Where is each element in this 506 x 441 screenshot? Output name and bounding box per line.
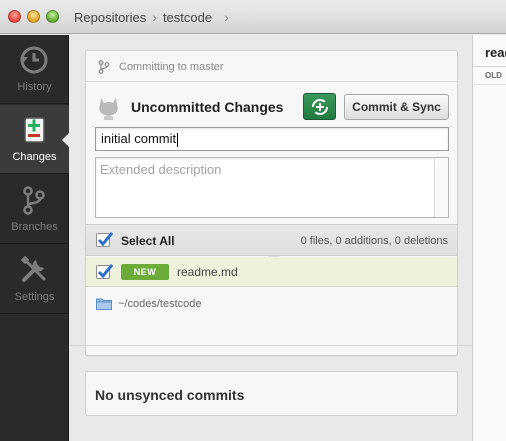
window-titlebar: Repositories › testcode › <box>0 0 506 34</box>
sync-icon <box>312 99 328 115</box>
sidebar: History Changes Branches Settings <box>0 35 70 441</box>
checkmark-icon <box>97 232 113 247</box>
chevron-right-icon: › <box>152 9 157 25</box>
branch-icon <box>98 60 110 74</box>
commit-sync-button[interactable]: Commit & Sync <box>344 94 449 120</box>
commit-summary-input[interactable]: initial commit <box>95 127 449 151</box>
diff-old-column-label: OLD <box>485 71 502 80</box>
changes-icon <box>24 117 45 143</box>
branch-status-text: Committing to master <box>119 61 224 73</box>
unsynced-commits-label: No unsynced commits <box>95 387 245 403</box>
new-file-badge: NEW <box>121 264 169 280</box>
sidebar-item-label: History <box>17 81 52 93</box>
breadcrumb-repository[interactable]: testcode <box>163 10 218 25</box>
diff-panel: readme.md OLD <box>472 35 506 441</box>
unsynced-commits-card: No unsynced commits <box>85 371 458 416</box>
chevron-right-icon: › <box>224 9 229 25</box>
divider <box>86 81 457 82</box>
breadcrumb-repositories[interactable]: Repositories <box>74 10 146 25</box>
select-all-checkbox[interactable] <box>96 232 113 247</box>
sidebar-item-label: Changes <box>12 151 57 163</box>
commit-card: Committing to master Uncommitted Changes… <box>85 50 458 356</box>
folder-icon <box>96 298 112 310</box>
history-icon <box>20 46 48 74</box>
divider <box>473 66 506 67</box>
breadcrumb: Repositories › testcode › <box>74 9 235 25</box>
sync-button[interactable] <box>303 93 336 120</box>
checkmark-icon <box>97 264 113 279</box>
divider <box>473 84 506 85</box>
sidebar-item-history[interactable]: History <box>0 35 69 104</box>
sidebar-item-branches[interactable]: Branches <box>0 175 69 244</box>
branch-icon <box>23 186 45 215</box>
repository-path-row[interactable]: ~/codes/testcode <box>86 288 457 320</box>
sidebar-item-label: Settings <box>14 291 55 303</box>
sidebar-item-settings[interactable]: Settings <box>0 245 69 314</box>
minimize-window-button[interactable] <box>27 10 40 23</box>
sidebar-item-label: Branches <box>11 221 58 233</box>
repository-path: ~/codes/testcode <box>118 298 202 310</box>
sidebar-item-changes[interactable]: Changes <box>0 105 70 174</box>
file-list-item[interactable]: NEW readme.md <box>86 257 457 287</box>
zoom-window-button[interactable] <box>46 10 59 23</box>
extended-description-field[interactable]: Extended description <box>95 157 449 218</box>
diff-file-name: readme.md <box>485 45 506 60</box>
description-placeholder: Extended description <box>100 162 222 177</box>
divider <box>70 345 472 346</box>
select-all-label: Select All <box>121 234 175 248</box>
changes-panel: Committing to master Uncommitted Changes… <box>70 35 472 441</box>
description-scrollbar[interactable] <box>434 158 448 217</box>
settings-icon <box>20 255 46 282</box>
octocat-avatar <box>95 93 122 120</box>
uncommitted-changes-title: Uncommitted Changes <box>131 99 284 115</box>
file-name: readme.md <box>177 265 238 279</box>
select-all-row: Select All 0 files, 0 additions, 0 delet… <box>86 224 457 262</box>
file-checkbox[interactable] <box>96 264 113 279</box>
close-window-button[interactable] <box>8 10 21 23</box>
branch-status: Committing to master <box>98 59 224 75</box>
change-stats: 0 files, 0 additions, 0 deletions <box>300 235 448 247</box>
